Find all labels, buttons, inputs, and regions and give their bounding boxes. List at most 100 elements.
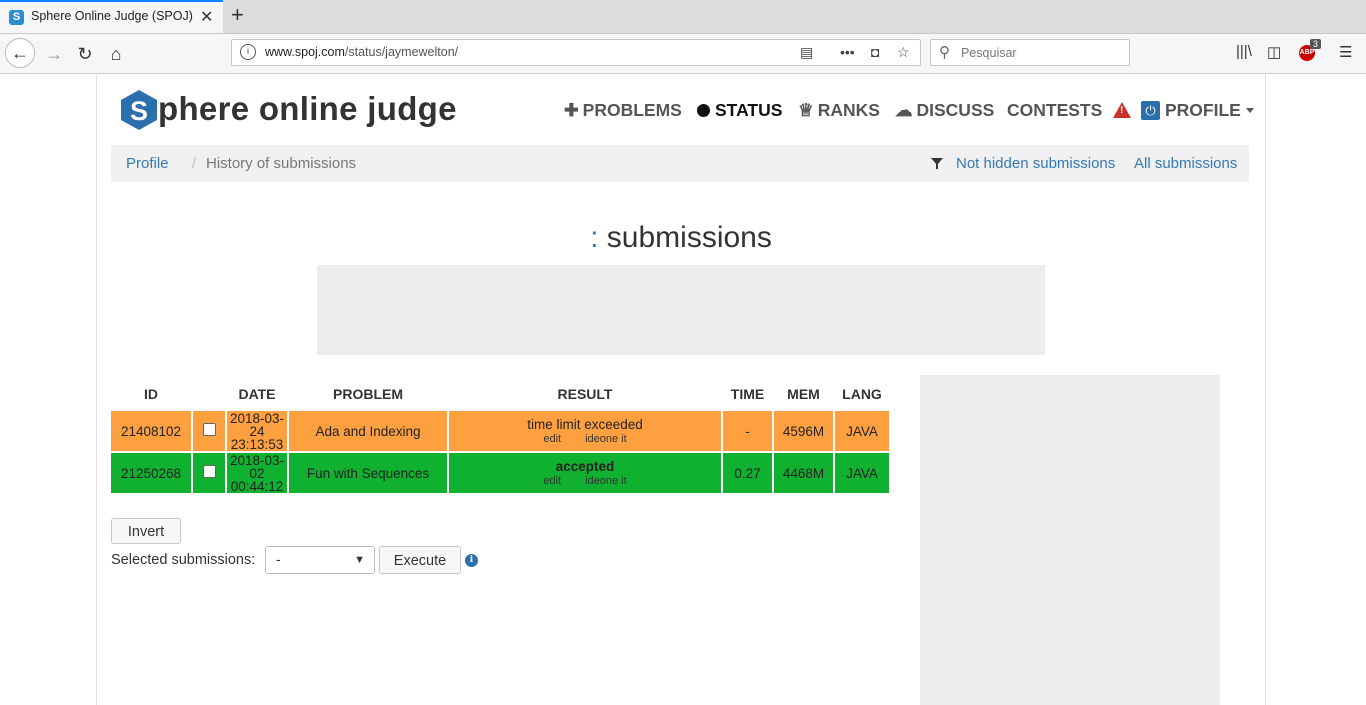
info-icon[interactable]: i [465, 554, 478, 567]
puzzle-icon: ✚ [564, 100, 579, 120]
problem-link[interactable]: Fun with Sequences [289, 453, 447, 493]
date-day: 2018-03-24 [229, 410, 285, 439]
nav-problems[interactable]: ✚ PROBLEMS [564, 100, 682, 121]
header-time: TIME [730, 386, 765, 402]
warning-mark: ! [1120, 105, 1124, 116]
reader-view-icon[interactable]: ▤ [800, 44, 813, 61]
header-date: DATE [238, 386, 276, 402]
filter-icon-stem [936, 164, 938, 169]
url-bar[interactable]: i www.spoj.com/status/jaymewelton/ ▤ •••… [231, 39, 921, 66]
back-icon[interactable]: ← [5, 38, 35, 68]
nav-status-label: STATUS [715, 100, 783, 120]
result-links: edit ideone it [449, 475, 721, 488]
submission-date: 2018-03-02 00:44:12 [227, 453, 287, 493]
bookmark-star-icon[interactable]: ☆ [897, 44, 910, 61]
nav-ranks-label: RANKS [817, 100, 880, 120]
submission-mem: 4596M [774, 411, 833, 451]
tab-title: Sphere Online Judge (SPOJ) - S [31, 9, 196, 23]
selected-submissions-label: Selected submissions: [111, 552, 256, 568]
ad-banner-top [317, 265, 1045, 355]
result-links: edit ideone it [449, 433, 721, 446]
nav-status[interactable]: STATUS [697, 100, 782, 121]
nav-ranks[interactable]: ♕ RANKS [798, 100, 880, 121]
browser-tab-bar: S Sphere Online Judge (SPOJ) - S ✕ + [0, 0, 1366, 34]
bulk-action-value: - [276, 551, 281, 567]
table-row: 21250268 2018-03-02 00:44:12 Fun with Seq… [111, 453, 889, 493]
submission-id[interactable]: 21250268 [111, 453, 191, 493]
bulk-action-select[interactable]: - ▼ [265, 546, 375, 574]
page-title: : submissions [97, 221, 1265, 255]
site-info-icon[interactable]: i [240, 44, 256, 60]
nav-profile-label: PROFILE [1165, 100, 1241, 120]
ideone-link[interactable]: ideone it [585, 475, 627, 487]
header-result: RESULT [557, 386, 613, 402]
table-row: 21408102 2018-03-24 23:13:53 Ada and Inde… [111, 411, 889, 451]
sidebar-icon[interactable]: ◫ [1267, 43, 1281, 61]
row-select-checkbox-cell [193, 411, 225, 451]
library-icon[interactable]: |||\ [1236, 43, 1252, 60]
url-path: /status/jaymewelton/ [344, 45, 459, 59]
menu-icon[interactable]: ☰ [1339, 43, 1352, 61]
search-input[interactable]: Pesquisar [961, 46, 1017, 60]
submission-id[interactable]: 21408102 [111, 411, 191, 451]
nav-profile[interactable]: PROFILE [1165, 100, 1254, 121]
result-cell: time limit exceeded edit ideone it [449, 411, 721, 451]
submissions-table: ID DATE PROBLEM RESULT TIME MEM LANG 214… [109, 377, 891, 495]
ad-banner-side [920, 375, 1220, 705]
submission-mem: 4468M [774, 453, 833, 493]
search-icon: ⚲ [939, 44, 950, 61]
row-select-checkbox[interactable] [202, 465, 216, 478]
tab-close-icon[interactable]: ✕ [200, 7, 213, 27]
result-status: accepted [555, 458, 615, 474]
chat-icon: ☁ [895, 100, 913, 120]
page-actions-icon[interactable]: ••• [840, 44, 855, 60]
search-bar[interactable]: ⚲ Pesquisar [930, 39, 1130, 66]
reload-icon[interactable]: ↻ [71, 40, 99, 68]
submission-lang: JAVA [835, 453, 889, 493]
breadcrumb-current: History of submissions [206, 155, 357, 172]
spoj-favicon-icon: S [9, 10, 24, 25]
power-icon: ⏻ [1141, 101, 1160, 120]
header-lang: LANG [842, 386, 882, 402]
submission-time: - [723, 411, 772, 451]
logo-hexagon-icon: S [121, 90, 157, 130]
row-select-checkbox-cell [193, 453, 225, 493]
date-time: 23:13:53 [230, 436, 284, 452]
header-id: ID [144, 386, 158, 402]
status-dot-icon [697, 104, 710, 117]
logo-text: phere online judge [158, 90, 457, 127]
trophy-icon: ♕ [798, 100, 814, 120]
ideone-link[interactable]: ideone it [585, 433, 627, 445]
home-icon[interactable]: ⌂ [102, 40, 130, 68]
nav-discuss[interactable]: ☁ DISCUSS [895, 100, 994, 121]
new-tab-icon[interactable]: + [231, 3, 244, 27]
execute-button[interactable]: Execute [379, 546, 461, 574]
url-text[interactable]: www.spoj.com/status/jaymewelton/ [265, 45, 458, 59]
nav-contests-label: CONTESTS [1007, 100, 1103, 120]
header-mem: MEM [787, 386, 820, 402]
table-header-row: ID DATE PROBLEM RESULT TIME MEM LANG [111, 379, 889, 409]
header-select [193, 379, 225, 409]
breadcrumb-profile-link[interactable]: Profile [126, 155, 169, 172]
breadcrumb-separator: / [192, 155, 197, 172]
url-host: www.spoj.com [265, 45, 345, 59]
all-submissions-link[interactable]: All submissions [1134, 155, 1237, 172]
submission-lang: JAVA [835, 411, 889, 451]
nav-discuss-label: DISCUSS [916, 100, 995, 120]
edit-link[interactable]: edit [543, 433, 561, 445]
edit-link[interactable]: edit [543, 475, 561, 487]
forward-icon[interactable]: → [40, 40, 68, 68]
submission-date: 2018-03-24 23:13:53 [227, 411, 287, 451]
date-day: 2018-03-02 [229, 452, 285, 481]
invert-button[interactable]: Invert [111, 518, 181, 544]
nav-contests[interactable]: CONTESTS [1007, 100, 1102, 121]
chevron-down-icon [1245, 108, 1254, 113]
result-status: time limit exceeded [527, 416, 643, 432]
browser-tab[interactable]: S Sphere Online Judge (SPOJ) - S ✕ [0, 0, 223, 33]
problem-link[interactable]: Ada and Indexing [289, 411, 447, 451]
not-hidden-submissions-link[interactable]: Not hidden submissions [956, 155, 1115, 172]
result-cell: accepted edit ideone it [449, 453, 721, 493]
submission-time: 0.27 [723, 453, 772, 493]
pocket-icon[interactable]: ◘ [871, 44, 879, 60]
row-select-checkbox[interactable] [202, 423, 216, 436]
